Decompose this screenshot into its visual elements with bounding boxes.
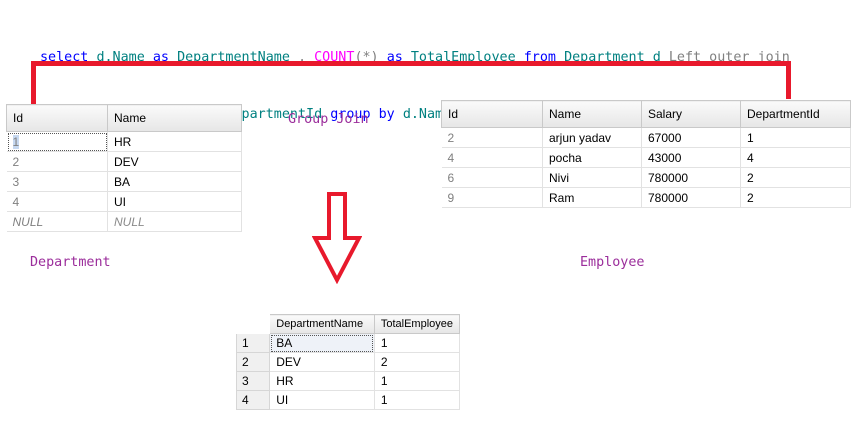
emp-col-departmentid[interactable]: DepartmentId [740,100,851,128]
table-cell[interactable]: 780000 [641,187,741,208]
dept-col-name[interactable]: Name [107,104,242,132]
emp-col-salary[interactable]: Salary [641,100,741,128]
table-row[interactable]: 3 HR 1 [235,371,461,391]
employee-table: Id Name Salary DepartmentId 2 arjun yadav… [441,100,851,208]
table-cell[interactable]: DEV [269,352,375,372]
table-row[interactable]: 2 DEV 2 [235,352,461,372]
table-row[interactable]: 2 DEV [6,151,242,172]
table-cell[interactable]: 1 [6,131,108,152]
join-label: Group Join [288,112,369,127]
table-cell[interactable]: 2 [235,352,271,372]
table-cell[interactable]: UI [107,191,242,212]
table-cell[interactable]: HR [107,131,242,152]
table-cell[interactable]: 2 [6,151,108,172]
table-cell[interactable]: 1 [235,333,271,353]
down-arrow-icon [312,192,362,284]
table-cell[interactable]: pocha [542,147,642,168]
table-cell[interactable]: 4 [235,390,271,410]
department-table: Id Name 1 HR 2 DEV 3 BA 4 UI NULL NULL [6,104,242,232]
result-col-totalemployee[interactable]: TotalEmployee [373,314,461,334]
table-cell[interactable]: UI [269,390,375,410]
result-rownum-header [235,314,271,334]
table-row[interactable]: 1 BA 1 [235,333,461,353]
table-cell[interactable]: 3 [6,171,108,192]
table-cell[interactable]: Ram [542,187,642,208]
table-cell[interactable]: 4 [6,191,108,212]
table-cell[interactable]: BA [269,333,375,353]
table-cell[interactable]: 1 [374,371,461,391]
table-cell[interactable]: 1 [740,127,851,148]
table-cell[interactable]: NULL [107,211,242,232]
join-bracket-right [786,61,791,99]
table-row[interactable]: NULL NULL [6,211,242,232]
table-cell[interactable]: 43000 [641,147,741,168]
join-bracket-top [31,61,791,66]
table-cell[interactable]: 6 [441,167,543,188]
table-row[interactable]: 9 Ram 780000 2 [441,187,851,208]
table-cell[interactable]: 780000 [641,167,741,188]
table-row[interactable]: 2 arjun yadav 67000 1 [441,127,851,148]
result-col-departmentname[interactable]: DepartmentName [269,314,375,334]
table-row[interactable]: 4 UI [6,191,242,212]
table-cell[interactable]: 2 [740,167,851,188]
table-cell[interactable]: 2 [374,352,461,372]
table-cell[interactable]: Nivi [542,167,642,188]
table-cell[interactable]: DEV [107,151,242,172]
table-cell[interactable]: HR [269,371,375,391]
table-row[interactable]: 3 BA [6,171,242,192]
table-cell[interactable]: NULL [6,211,108,232]
table-cell[interactable]: 2 [441,127,543,148]
table-cell[interactable]: arjun yadav [542,127,642,148]
table-cell[interactable]: 2 [740,187,851,208]
selected-cell-text[interactable]: 1 [12,134,20,149]
table-cell[interactable]: 1 [374,333,461,353]
table-cell[interactable]: 67000 [641,127,741,148]
result-table: DepartmentName TotalEmployee 1 BA 1 2 DEV 2 3 H… [235,314,461,410]
table-row[interactable]: 1 HR [6,131,242,152]
join-bracket-left [31,61,36,105]
department-label: Department [30,255,111,270]
table-cell[interactable]: BA [107,171,242,192]
table-row[interactable]: 4 UI 1 [235,390,461,410]
table-cell[interactable]: 3 [235,371,271,391]
table-cell[interactable]: 1 [374,390,461,410]
dept-col-id[interactable]: Id [6,104,108,132]
table-row[interactable]: 4 pocha 43000 4 [441,147,851,168]
emp-col-id[interactable]: Id [441,100,543,128]
table-row[interactable]: 6 Nivi 780000 2 [441,167,851,188]
table-cell[interactable]: 4 [740,147,851,168]
table-cell[interactable]: 4 [441,147,543,168]
employee-label: Employee [580,255,645,270]
table-cell[interactable]: 9 [441,187,543,208]
emp-col-name[interactable]: Name [542,100,642,128]
